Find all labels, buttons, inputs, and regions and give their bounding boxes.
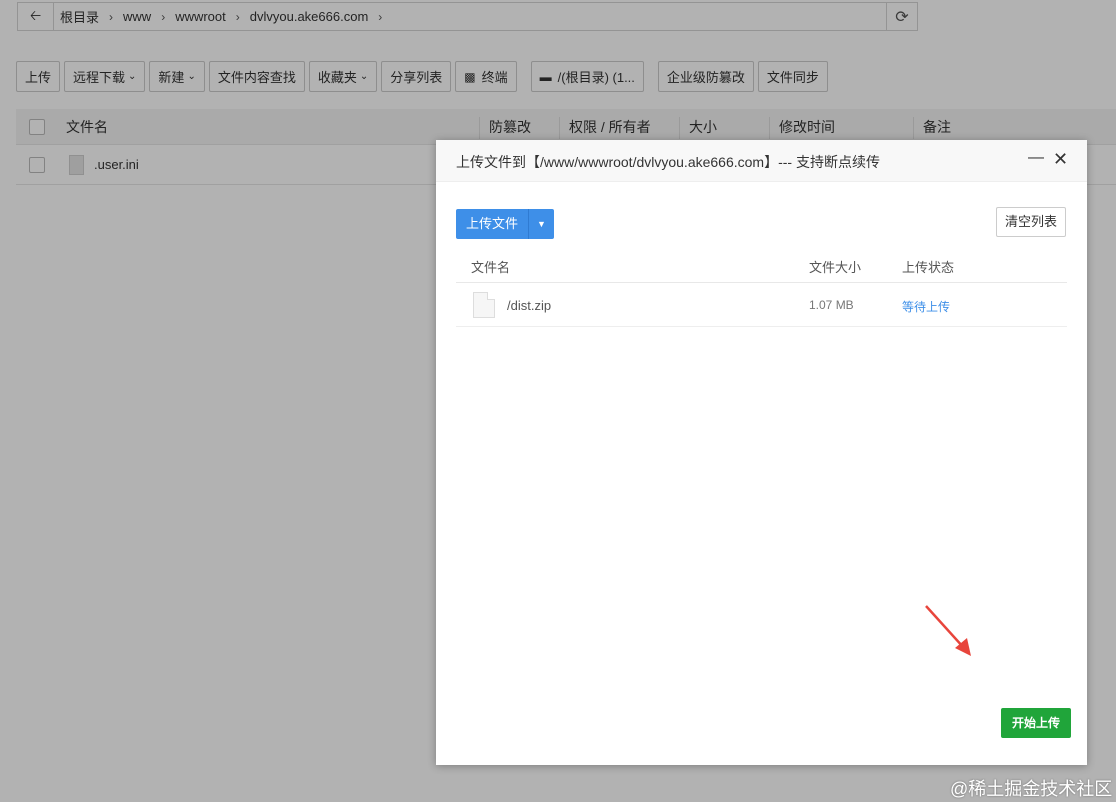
column-status: 上传状态 [902, 260, 955, 275]
upload-file-size: 1.07 MB [809, 298, 854, 312]
upload-status: 等待上传 [902, 300, 951, 314]
dialog-title: 上传文件到【/www/wwwroot/dvlvyou.ake666.com】--… [456, 154, 880, 170]
upload-list-item: /dist.zip 1.07 MB 等待上传 [456, 283, 1067, 327]
upload-list-header: 文件名 文件大小 上传状态 [456, 248, 1067, 283]
dialog-header: 上传文件到【/www/wwwroot/dvlvyou.ake666.com】--… [436, 140, 1087, 182]
clear-list-button[interactable]: 清空列表 [996, 207, 1066, 237]
caret-down-icon[interactable]: ▼ [529, 209, 554, 239]
start-upload-button[interactable]: 开始上传 [1001, 708, 1071, 738]
upload-file-name: /dist.zip [507, 298, 552, 313]
close-icon[interactable]: ✕ [1053, 149, 1068, 170]
minimize-icon[interactable]: — [1028, 149, 1044, 167]
watermark: @稀土掘金技术社区 [950, 779, 1113, 799]
upload-file-button[interactable]: 上传文件 ▼ [456, 209, 555, 239]
column-filesize: 文件大小 [809, 260, 862, 275]
column-filename: 文件名 [471, 260, 511, 275]
upload-dialog: 上传文件到【/www/wwwroot/dvlvyou.ake666.com】--… [436, 140, 1087, 765]
document-icon [473, 292, 495, 318]
annotation-arrow-icon [925, 605, 971, 656]
